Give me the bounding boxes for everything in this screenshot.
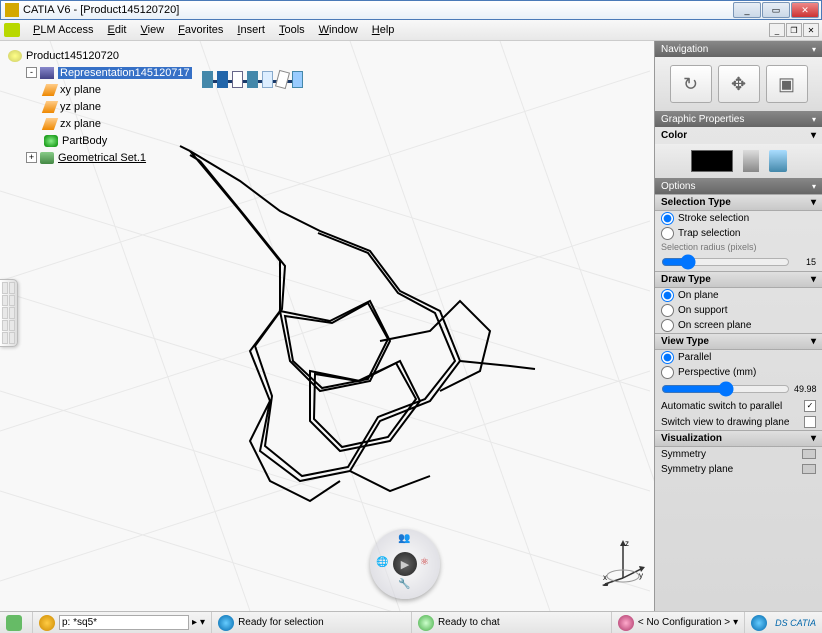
fit-button[interactable]: ▣ xyxy=(766,65,808,103)
tree-xy-plane[interactable]: xy plane xyxy=(6,81,206,98)
trap-selection-radio[interactable]: Trap selection xyxy=(655,226,822,241)
color-picker-icon[interactable] xyxy=(743,150,759,172)
tool-3[interactable] xyxy=(230,71,245,91)
drawtype-header[interactable]: Draw Type▾ xyxy=(655,271,822,288)
mdi-close-button[interactable]: ✕ xyxy=(803,23,819,37)
tool-5[interactable] xyxy=(260,71,275,91)
graphic-props-header[interactable]: Graphic Properties▾ xyxy=(655,111,822,127)
svg-text:x: x xyxy=(603,573,607,582)
left-dock-tab[interactable] xyxy=(0,279,18,347)
color-swatch[interactable] xyxy=(691,150,733,172)
doc-icon xyxy=(4,23,20,37)
perspective-slider[interactable] xyxy=(661,382,790,396)
symmetry-toggle[interactable] xyxy=(802,449,816,459)
workspace: Product145120720 -Representation14512071… xyxy=(0,41,822,611)
nav-globe-icon[interactable]: 🌐 xyxy=(376,557,390,569)
ds-catia-label: DS CATIA xyxy=(775,618,816,628)
parallel-radio[interactable]: Parallel xyxy=(655,350,822,365)
tool-7[interactable] xyxy=(290,71,305,91)
onscreen-radio[interactable]: On screen plane xyxy=(655,318,822,333)
nav-wheel[interactable]: 👥 🌐 ⚛ 🔧 ▶ xyxy=(370,529,440,599)
config-dropdown-icon[interactable]: ▾ xyxy=(733,617,738,628)
switchview-checkbox[interactable] xyxy=(804,416,816,428)
mdi-minimize-button[interactable]: _ xyxy=(769,23,785,37)
titlebar: CATIA V6 - [Product145120720] _ ▭ ✕ xyxy=(0,0,822,20)
options-header[interactable]: Options▾ xyxy=(655,178,822,194)
ds-orb-icon[interactable] xyxy=(751,615,767,631)
search-input[interactable] xyxy=(59,615,189,630)
tool-6[interactable] xyxy=(275,71,290,91)
svg-text:y: y xyxy=(639,571,643,580)
selection-orb-icon[interactable] xyxy=(218,615,234,631)
nav-panel-header[interactable]: Navigation▾ xyxy=(655,41,822,57)
search-orb-icon[interactable] xyxy=(39,615,55,631)
tool-2[interactable] xyxy=(215,71,230,91)
menu-window[interactable]: Window xyxy=(312,22,365,38)
stroke-selection-radio[interactable]: Stroke selection xyxy=(655,211,822,226)
menu-favorites[interactable]: Favorites xyxy=(171,22,230,38)
onplane-radio[interactable]: On plane xyxy=(655,288,822,303)
search-go-icon[interactable]: ▸ xyxy=(192,617,197,628)
nav-tools-icon[interactable]: 🔧 xyxy=(398,579,412,591)
autoswitch-checkbox[interactable]: ✓ xyxy=(804,400,816,412)
perspective-radio[interactable]: Perspective (mm) xyxy=(655,365,822,380)
app-icon xyxy=(5,3,19,17)
tree-yz-plane[interactable]: yz plane xyxy=(6,98,206,115)
minimize-button[interactable]: _ xyxy=(733,2,761,18)
onsupport-radio[interactable]: On support xyxy=(655,303,822,318)
tool-1[interactable] xyxy=(200,71,215,91)
menu-insert[interactable]: Insert xyxy=(230,22,272,38)
close-button[interactable]: ✕ xyxy=(791,2,819,18)
tool-4[interactable] xyxy=(245,71,260,91)
viewtype-header[interactable]: View Type▾ xyxy=(655,333,822,350)
symplane-toggle[interactable] xyxy=(802,464,816,474)
selradius-label: Selection radius (pixels) xyxy=(655,241,822,253)
maximize-button[interactable]: ▭ xyxy=(762,2,790,18)
menu-edit[interactable]: Edit xyxy=(101,22,134,38)
compass[interactable]: z y x xyxy=(599,538,647,586)
mdi-restore-button[interactable]: ❐ xyxy=(786,23,802,37)
statusbar: ▸ ▾ Ready for selection Ready to chat < … xyxy=(0,611,822,633)
tree-zx-plane[interactable]: zx plane xyxy=(6,115,206,132)
spec-tree[interactable]: Product145120720 -Representation14512071… xyxy=(6,47,206,166)
selradius-slider[interactable] xyxy=(661,255,790,269)
window-title: CATIA V6 - [Product145120720] xyxy=(23,4,179,16)
tree-root[interactable]: Product145120720 xyxy=(6,47,206,64)
menu-view[interactable]: View xyxy=(134,22,172,38)
ready-chat-label: Ready to chat xyxy=(438,617,500,628)
menu-tools[interactable]: Tools xyxy=(272,22,312,38)
config-label: < No Configuration > xyxy=(638,617,730,628)
chat-orb-icon[interactable] xyxy=(418,615,434,631)
svg-text:z: z xyxy=(625,539,629,548)
seltype-header[interactable]: Selection Type▾ xyxy=(655,194,822,211)
tree-partbody[interactable]: PartBody xyxy=(6,132,206,149)
nav-people-icon[interactable]: 👥 xyxy=(398,533,412,545)
sketch-toolbar[interactable] xyxy=(200,69,330,93)
menubar: PLM Access Edit View Favorites Insert To… xyxy=(0,20,822,41)
transparency-icon[interactable] xyxy=(769,150,787,172)
ready-selection-label: Ready for selection xyxy=(238,617,324,628)
menu-help[interactable]: Help xyxy=(365,22,402,38)
wireframe-model[interactable] xyxy=(130,141,550,541)
rotate-button[interactable]: ↻ xyxy=(670,65,712,103)
app-status-icon xyxy=(6,615,22,631)
visualization-header[interactable]: Visualization▾ xyxy=(655,430,822,447)
tree-representation[interactable]: -Representation145120717 xyxy=(6,64,206,81)
nav-nodes-icon[interactable]: ⚛ xyxy=(420,557,434,569)
pan-button[interactable]: ✥ xyxy=(718,65,760,103)
right-panel: Navigation▾ ↻ ✥ ▣ Graphic Properties▾ Co… xyxy=(654,41,822,611)
menu-plm[interactable]: PLM Access xyxy=(26,22,101,38)
config-orb-icon[interactable] xyxy=(618,615,634,631)
search-dropdown-icon[interactable]: ▾ xyxy=(200,617,205,628)
tree-geoset[interactable]: +Geometrical Set.1 xyxy=(6,149,206,166)
nav-play-button[interactable]: ▶ xyxy=(393,552,417,576)
